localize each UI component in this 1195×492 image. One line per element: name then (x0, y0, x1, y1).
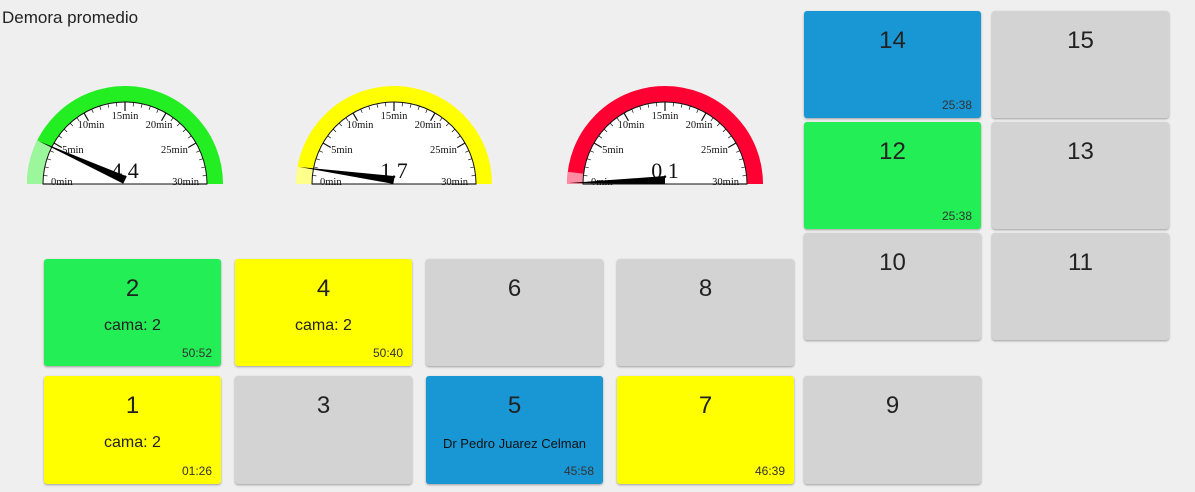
gauge-1-tick-label-2: 10min (78, 120, 106, 131)
gauge-2-progress (295, 166, 314, 185)
gauge-3-svg: 0min 5min 10min 15min 20min 25min 30min … (567, 86, 763, 188)
tile-9[interactable]: 9 (804, 376, 981, 484)
tile-timer: 01:26 (181, 464, 212, 478)
tile-timer: 50:40 (372, 346, 403, 360)
gauge-2-svg: 0min 5min 10min 15min 20min 25min 30min … (295, 86, 492, 188)
tile-number: 15 (1067, 27, 1094, 54)
gauge-1-tick-label-6: 30min (172, 177, 200, 188)
gauge-2-tick-label-0: 0min (320, 177, 342, 188)
tile-timer: 25:38 (941, 209, 972, 223)
tile-10[interactable]: 10 (804, 233, 981, 340)
tile-number: 5 (507, 392, 522, 419)
tile-5[interactable]: 5 Dr Pedro Juarez Celman 45:58 (426, 376, 603, 484)
gauge-3-tick-label-5: 25min (701, 145, 729, 156)
gauge-1-tick-label-0: 0min (51, 177, 73, 188)
gauge-2-tick-label-5: 25min (430, 145, 458, 156)
tile-doctor-name: Dr Pedro Juarez Celman (442, 436, 587, 451)
tile-bed-label: cama: 2 (104, 317, 161, 334)
tile-1[interactable]: 1 cama: 2 01:26 (44, 376, 221, 484)
tile-13[interactable]: 13 (992, 122, 1169, 229)
tile-15[interactable]: 15 (992, 11, 1169, 118)
gauge-1-tick-label-3: 15min (112, 111, 140, 122)
gauge-2-tick-label-6: 30min (441, 177, 469, 188)
tile-number: 14 (879, 27, 906, 54)
tile-11[interactable]: 11 (992, 233, 1169, 340)
tile-7[interactable]: 7 46:39 (617, 376, 794, 484)
tile-3[interactable]: 3 (235, 376, 412, 484)
tile-number: 9 (885, 392, 900, 419)
gauge-2: 0min 5min 10min 15min 20min 25min 30min … (294, 86, 494, 192)
tile-2[interactable]: 2 cama: 2 50:52 (44, 259, 221, 366)
tile-bed-label: cama: 2 (295, 317, 352, 334)
tile-number: 12 (879, 138, 906, 165)
tile-number: 11 (1068, 249, 1093, 276)
tile-12[interactable]: 12 25:38 (804, 122, 981, 229)
gauge-3: 0min 5min 10min 15min 20min 25min 30min … (565, 86, 765, 192)
gauge-3-progress (567, 171, 584, 185)
tile-number: 4 (316, 275, 331, 302)
tile-number: 8 (698, 275, 713, 302)
gauge-3-tick-label-1: 5min (602, 145, 624, 156)
tile-timer: 25:38 (941, 98, 972, 112)
gauge-1: 0min 5min 10min 15min 20min 25min 30min … (25, 86, 225, 192)
tile-number: 10 (879, 249, 906, 276)
page-title: Demora promedio (2, 8, 139, 27)
tile-timer: 50:52 (181, 346, 212, 360)
tile-number: 1 (125, 392, 140, 419)
tile-number: 6 (507, 275, 522, 302)
gauge-1-tick-label-4: 20min (146, 120, 174, 131)
gauge-3-tick-label-6: 30min (712, 177, 740, 188)
gauge-2-tick-label-4: 20min (415, 120, 443, 131)
tile-14[interactable]: 14 25:38 (804, 11, 981, 118)
gauge-1-svg: 0min 5min 10min 15min 20min 25min 30min … (27, 86, 223, 188)
gauge-3-tick-label-4: 20min (686, 120, 714, 131)
tile-timer: 46:39 (754, 464, 785, 478)
tile-number: 7 (698, 392, 713, 419)
tile-timer: 45:58 (563, 464, 594, 478)
gauge-3-tick-label-3: 15min (652, 111, 680, 122)
gauge-2-tick-label-1: 5min (331, 145, 353, 156)
gauge-3-tick-label-2: 10min (618, 120, 646, 131)
gauge-2-tick-label-2: 10min (347, 120, 375, 131)
tile-6[interactable]: 6 (426, 259, 603, 366)
gauge-2-tick-label-3: 15min (381, 111, 409, 122)
tile-number: 2 (125, 275, 140, 302)
tile-number: 3 (316, 392, 331, 419)
tile-number: 13 (1067, 138, 1094, 165)
gauge-1-tick-label-5: 25min (161, 145, 189, 156)
tile-bed-label: cama: 2 (104, 434, 161, 451)
tile-8[interactable]: 8 (617, 259, 794, 366)
tile-4[interactable]: 4 cama: 2 50:40 (235, 259, 412, 366)
